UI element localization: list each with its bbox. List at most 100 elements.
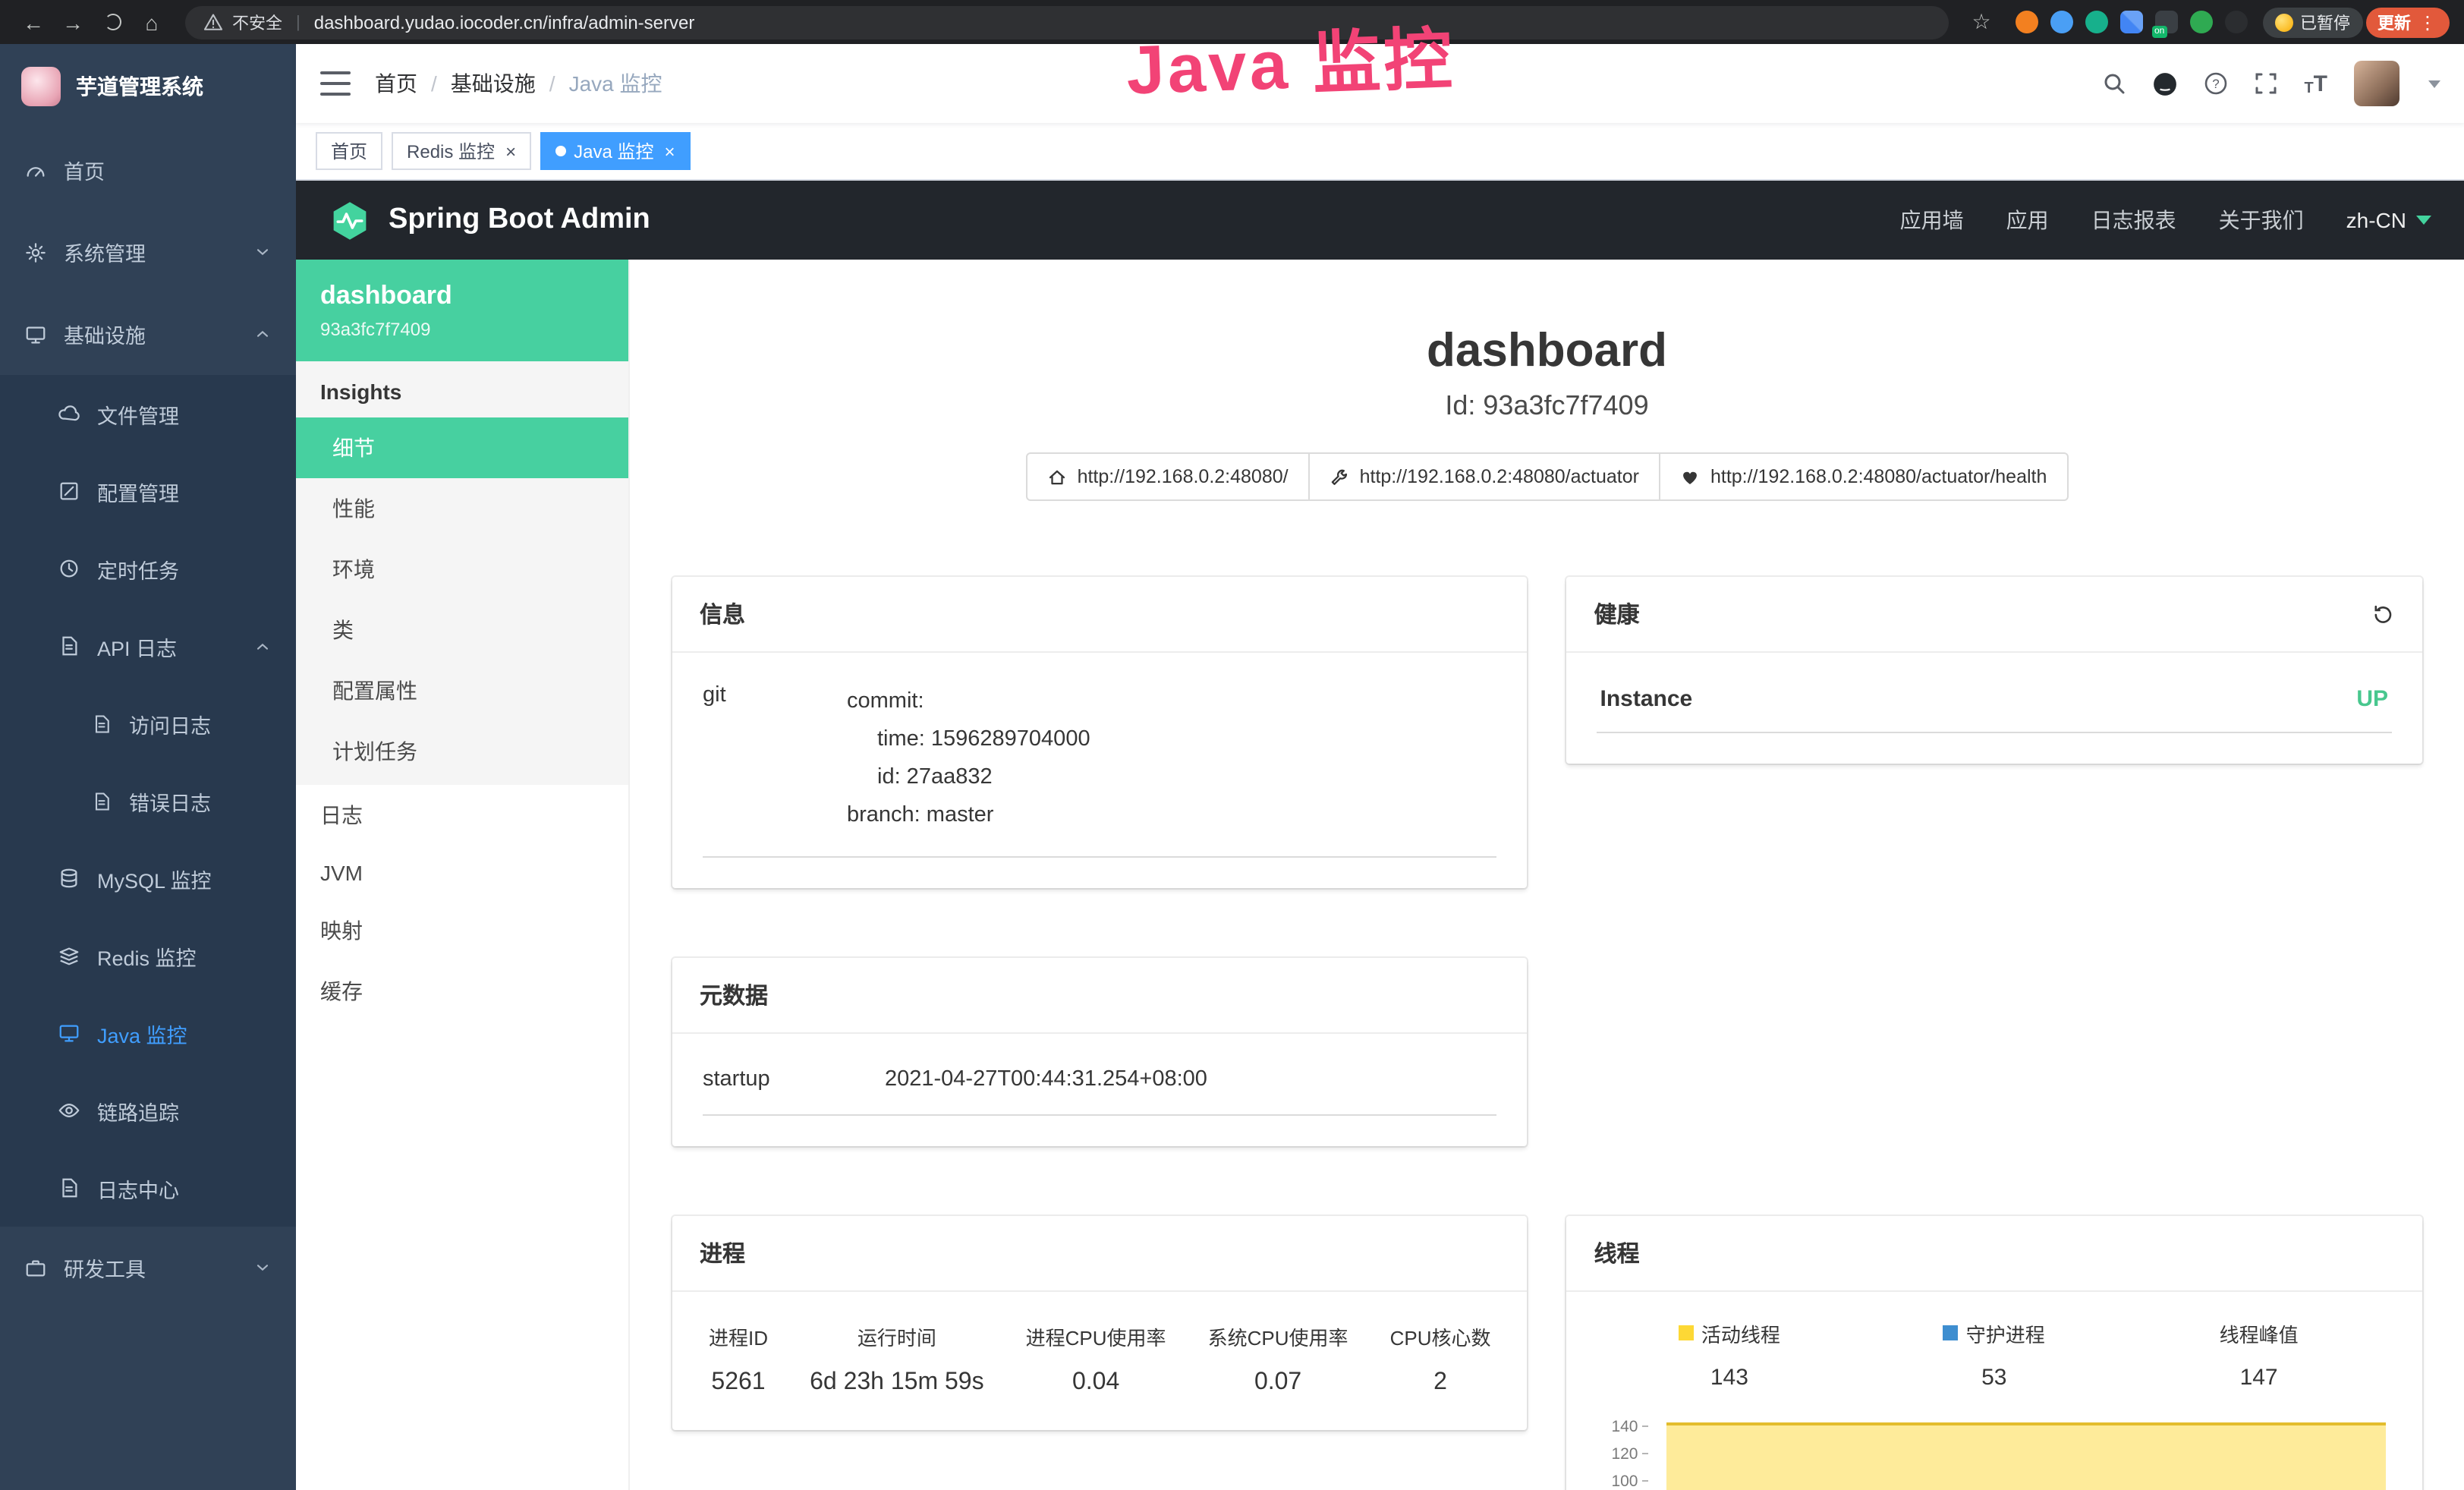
sidebar-item-java[interactable]: Java 监控 xyxy=(0,994,296,1072)
actuator-url-link[interactable]: http://192.168.0.2:48080/actuator xyxy=(1308,452,1660,501)
menu-item-scheduled-tasks[interactable]: 计划任务 xyxy=(296,721,628,782)
chevron-down-icon xyxy=(253,1258,272,1277)
tab-home[interactable]: 首页 xyxy=(316,132,382,170)
menu-item-metrics[interactable]: 性能 xyxy=(296,478,628,539)
font-size-icon[interactable]: TT xyxy=(2304,71,2327,96)
sidebar-item-infra[interactable]: 基础设施 xyxy=(0,293,296,375)
fullscreen-icon[interactable] xyxy=(2254,71,2278,96)
menu-item-mappings[interactable]: 映射 xyxy=(296,900,628,961)
extension-green-circle-icon[interactable] xyxy=(2085,11,2107,33)
close-icon[interactable]: × xyxy=(664,142,675,160)
sidebar-item-api-log[interactable]: API 日志 xyxy=(0,607,296,685)
sidebar-item-system[interactable]: 系统管理 xyxy=(0,211,296,293)
app-logo[interactable]: 芋道管理系统 xyxy=(0,44,296,129)
sba-nav-applications[interactable]: 应用 xyxy=(2006,205,2049,235)
browser-menu-icon[interactable]: ⋮ xyxy=(2418,11,2437,33)
service-url-link[interactable]: http://192.168.0.2:48080/ xyxy=(1026,452,1310,501)
breadcrumb-infra[interactable]: 基础设施 xyxy=(451,68,536,99)
instance-overview: dashboard Id: 93a3fc7f7409 http://192.16… xyxy=(672,323,2422,501)
main-column: 首页 / 基础设施 / Java 监控 ? xyxy=(296,44,2464,1490)
instance-header[interactable]: dashboard 93a3fc7f7409 xyxy=(296,260,628,361)
history-icon[interactable] xyxy=(2370,602,2394,626)
bookmark-star-icon[interactable]: ☆ xyxy=(1963,5,2000,39)
info-card: 信息 git commit: time: 1596289704000 id: 2 xyxy=(672,577,1528,888)
status-badge: UP xyxy=(2356,686,2388,712)
extension-leaf-icon[interactable] xyxy=(2189,11,2212,33)
sba-nav-wallboard[interactable]: 应用墙 xyxy=(1900,205,1964,235)
search-icon[interactable] xyxy=(2102,71,2126,96)
sidebar-item-mysql[interactable]: MySQL 监控 xyxy=(0,840,296,917)
back-icon[interactable]: ← xyxy=(15,5,52,39)
sidebar: 芋道管理系统 首页 系统管理 基础设施 文件管理 xyxy=(0,44,296,1490)
sba-brand[interactable]: Spring Boot Admin xyxy=(389,203,650,237)
avatar[interactable] xyxy=(2353,61,2399,106)
menu-item-classes[interactable]: 类 xyxy=(296,600,628,660)
chrome-update-button[interactable]: 更新 ⋮ xyxy=(2365,7,2449,37)
menu-item-logs[interactable]: 日志 xyxy=(296,785,628,846)
breadcrumb-home[interactable]: 首页 xyxy=(375,68,417,99)
sidebar-item-error-log[interactable]: 错误日志 xyxy=(0,762,296,840)
hamburger-icon[interactable] xyxy=(320,71,351,96)
smiley-icon xyxy=(2274,13,2292,31)
git-key: git xyxy=(703,683,847,835)
health-card: 健康 Instance UP xyxy=(1567,577,2422,764)
process-stat: 进程ID 5261 xyxy=(709,1322,768,1397)
menu-item-jvm[interactable]: JVM xyxy=(296,846,628,900)
cloud-icon xyxy=(58,402,80,425)
caret-down-icon[interactable] xyxy=(2428,80,2440,87)
extension-proxy-icon[interactable]: on xyxy=(2154,11,2177,33)
chevron-up-icon xyxy=(253,325,272,343)
extension-orange-icon[interactable] xyxy=(2015,11,2038,33)
sidebar-submenu-infra: 文件管理 配置管理 定时任务 API 日志 访问日志 xyxy=(0,375,296,1227)
sba-nav-about[interactable]: 关于我们 xyxy=(2219,205,2304,235)
y-tick-100: 100 xyxy=(1597,1473,1649,1490)
tab-paused-badge[interactable]: 已暂停 xyxy=(2262,7,2362,37)
breadcrumb: 首页 / 基础设施 / Java 监控 xyxy=(375,68,662,99)
home-icon[interactable]: ⌂ xyxy=(134,5,170,39)
sidebar-item-file[interactable]: 文件管理 xyxy=(0,375,296,452)
app-shell: 芋道管理系统 首页 系统管理 基础设施 文件管理 xyxy=(0,44,2464,1490)
menu-item-details[interactable]: 细节 xyxy=(296,417,628,478)
extension-blue-drop-icon[interactable] xyxy=(2050,11,2072,33)
browser-toolbar: ← → ⌂ 不安全 | dashboard.yudao.iocoder.cn/i… xyxy=(0,0,2464,44)
extension-dark-icon[interactable] xyxy=(2224,11,2247,33)
process-stat: CPU核心数 2 xyxy=(1390,1322,1491,1397)
sidebar-item-redis[interactable]: Redis 监控 xyxy=(0,917,296,994)
sidebar-item-trace[interactable]: 链路追踪 xyxy=(0,1072,296,1149)
health-instance-label: Instance xyxy=(1600,686,1693,712)
extensions-row: on xyxy=(2015,11,2247,33)
page-title: dashboard xyxy=(672,323,2422,378)
forward-icon[interactable]: → xyxy=(55,5,91,39)
monitor-icon xyxy=(24,323,47,345)
address-bar[interactable]: 不安全 | dashboard.yudao.iocoder.cn/infra/a… xyxy=(185,5,1948,39)
url-text[interactable]: dashboard.yudao.iocoder.cn/infra/admin-s… xyxy=(314,11,695,33)
tab-redis-monitor[interactable]: Redis 监控 × xyxy=(392,132,531,170)
refresh-icon[interactable] xyxy=(94,5,131,39)
tab-java-monitor[interactable]: Java 监控 × xyxy=(540,132,690,170)
sba-instance-menu: dashboard 93a3fc7f7409 Insights 细节 性能 环境… xyxy=(296,260,630,1490)
extension-grid-icon[interactable] xyxy=(2119,11,2142,33)
github-icon[interactable] xyxy=(2152,71,2178,96)
menu-item-config-props[interactable]: 配置属性 xyxy=(296,660,628,721)
paused-label: 已暂停 xyxy=(2300,10,2350,34)
warning-icon xyxy=(203,12,223,32)
help-icon[interactable]: ? xyxy=(2204,71,2228,96)
menu-group-insights: Insights 细节 性能 环境 类 配置属性 计划任务 xyxy=(296,361,628,785)
sidebar-item-job[interactable]: 定时任务 xyxy=(0,530,296,607)
close-icon[interactable]: × xyxy=(505,142,516,160)
document-icon xyxy=(91,713,112,734)
sidebar-item-devtools[interactable]: 研发工具 xyxy=(0,1227,296,1309)
sba-locale-select[interactable]: zh-CN xyxy=(2346,208,2431,232)
threads-legend: 活动线程 143 守护进程 xyxy=(1597,1319,2392,1391)
security-label[interactable]: 不安全 xyxy=(232,10,282,34)
menu-item-caches[interactable]: 缓存 xyxy=(296,961,628,1022)
sidebar-item-log-center[interactable]: 日志中心 xyxy=(0,1149,296,1227)
instance-id: 93a3fc7f7409 xyxy=(320,319,604,340)
health-url-link[interactable]: http://192.168.0.2:48080/actuator/health xyxy=(1659,452,2068,501)
extension-on-badge: on xyxy=(2151,26,2167,38)
menu-item-environment[interactable]: 环境 xyxy=(296,539,628,600)
sidebar-item-config[interactable]: 配置管理 xyxy=(0,452,296,530)
sidebar-item-home[interactable]: 首页 xyxy=(0,129,296,211)
sidebar-item-access-log[interactable]: 访问日志 xyxy=(0,685,296,762)
sba-nav-journal[interactable]: 日志报表 xyxy=(2091,205,2176,235)
